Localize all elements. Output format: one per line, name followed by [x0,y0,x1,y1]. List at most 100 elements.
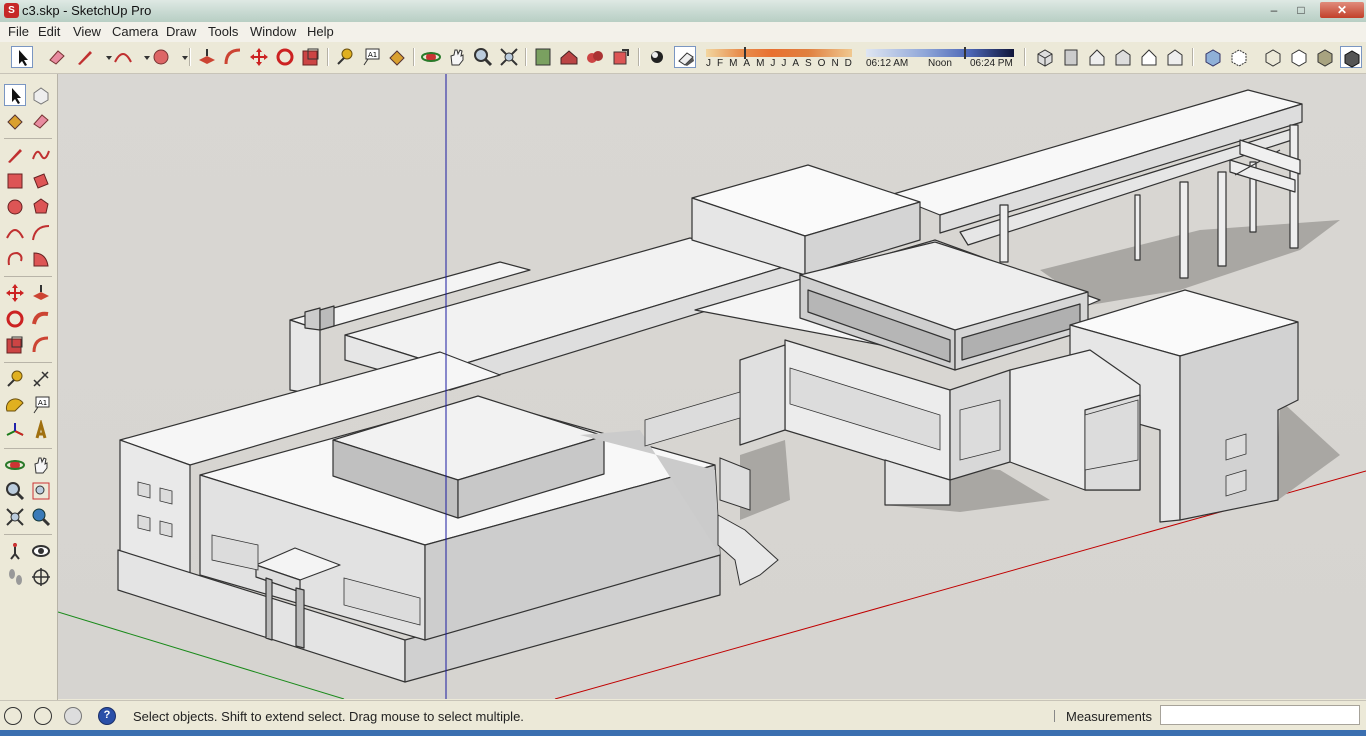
eraser-icon[interactable] [46,46,68,68]
section-plane-icon[interactable] [30,566,52,588]
share-model-icon[interactable] [610,46,632,68]
zoom-window-icon[interactable] [30,480,52,502]
position-camera-icon[interactable] [4,540,26,562]
back-view-icon[interactable] [1138,46,1160,68]
arc-icon[interactable] [112,46,134,68]
maximize-button[interactable]: □ [1291,2,1311,18]
hidden-line-icon[interactable] [1288,46,1310,68]
circle-icon[interactable] [4,196,26,218]
move-icon[interactable] [248,46,270,68]
menu-window[interactable]: Window [250,24,296,39]
title-bar: S c3.skp - SketchUp Pro ‒ □ ✕ [0,0,1366,23]
shaded-icon[interactable] [1314,46,1336,68]
month-slider-handle[interactable] [744,47,746,59]
zoom-icon[interactable] [472,46,494,68]
dimension-icon[interactable] [30,368,52,390]
zoom-extents-icon[interactable] [498,46,520,68]
select-tool-icon[interactable] [11,46,33,68]
protractor-icon[interactable] [4,394,26,416]
menu-camera[interactable]: Camera [112,24,158,39]
menu-draw[interactable]: Draw [166,24,196,39]
orbit-icon[interactable] [420,46,442,68]
help-icon[interactable]: ? [98,707,116,725]
back-edges-icon[interactable] [1228,46,1250,68]
axes-icon[interactable] [4,420,26,442]
credits-icon[interactable] [34,707,52,725]
monochrome-icon[interactable] [1340,46,1362,68]
make-component-icon[interactable] [30,84,52,106]
three-point-arc-icon[interactable] [4,248,26,270]
top-view-icon[interactable] [1060,46,1082,68]
map-icon[interactable] [532,46,554,68]
minimize-button[interactable]: ‒ [1264,2,1284,18]
scale-icon[interactable] [300,46,322,68]
arc-icon[interactable] [4,222,26,244]
iso-view-icon[interactable] [1034,46,1056,68]
3d-text-icon[interactable] [30,420,52,442]
pencil-icon[interactable] [74,46,96,68]
two-point-arc-icon[interactable] [30,222,52,244]
pan-icon[interactable] [30,454,52,476]
tape-measure-icon[interactable] [334,46,356,68]
look-around-icon[interactable] [30,540,52,562]
chevron-down-icon[interactable] [174,46,188,68]
offset-icon[interactable] [222,46,244,68]
zoom-extents-icon[interactable] [4,506,26,528]
paint-bucket-icon[interactable] [386,46,408,68]
front-view-icon[interactable] [1086,46,1108,68]
menu-edit[interactable]: Edit [38,24,60,39]
walk-icon[interactable] [4,566,26,588]
menu-help[interactable]: Help [307,24,334,39]
shadow-settings-icon[interactable] [646,46,668,68]
paint-bucket-icon[interactable] [4,110,26,132]
scale-icon[interactable] [4,334,26,356]
shape-icon[interactable] [150,46,172,68]
chevron-down-icon[interactable] [98,46,112,68]
left-view-icon[interactable] [1164,46,1186,68]
rotated-rectangle-icon[interactable] [30,170,52,192]
chevron-down-icon[interactable] [136,46,150,68]
time-slider[interactable]: 06:12 AM Noon 06:24 PM [866,47,1014,71]
tape-measure-icon[interactable] [4,368,26,390]
xray-icon[interactable] [1202,46,1224,68]
close-button[interactable]: ✕ [1320,2,1364,18]
polygon-icon[interactable] [30,196,52,218]
line-icon[interactable] [4,144,26,166]
components-icon[interactable] [584,46,606,68]
menu-view[interactable]: View [73,24,101,39]
measurements-input[interactable] [1160,705,1360,725]
month-label: S [805,58,812,69]
month-label: J [706,58,711,69]
geolocation-icon[interactable] [4,707,22,725]
display-shadows-icon[interactable] [674,46,696,68]
user-icon[interactable] [64,707,82,725]
freehand-icon[interactable] [30,144,52,166]
menu-bar: File Edit View Camera Draw Tools Window … [0,22,1366,43]
text-icon[interactable]: A1 [30,394,52,416]
pan-icon[interactable] [446,46,468,68]
menu-file[interactable]: File [8,24,29,39]
zoom-icon[interactable] [4,480,26,502]
month-label: M [756,58,765,69]
rotate-icon[interactable] [4,308,26,330]
previous-view-icon[interactable] [30,506,52,528]
time-slider-handle[interactable] [964,47,966,59]
pie-icon[interactable] [30,248,52,270]
select-tool-icon[interactable] [4,84,26,106]
month-slider[interactable]: J F M A M J J A S O N D [706,47,852,71]
menu-tools[interactable]: Tools [208,24,238,39]
push-pull-icon[interactable] [30,282,52,304]
drawing-viewport[interactable] [58,74,1366,699]
push-pull-icon[interactable] [196,46,218,68]
rectangle-icon[interactable] [4,170,26,192]
orbit-icon[interactable] [4,454,26,476]
offset-icon[interactable] [30,334,52,356]
eraser-icon[interactable] [30,110,52,132]
move-icon[interactable] [4,282,26,304]
text-icon[interactable]: A1 [360,46,382,68]
right-view-icon[interactable] [1112,46,1134,68]
follow-me-icon[interactable] [30,308,52,330]
rotate-icon[interactable] [274,46,296,68]
warehouse-icon[interactable] [558,46,580,68]
wireframe-icon[interactable] [1262,46,1284,68]
